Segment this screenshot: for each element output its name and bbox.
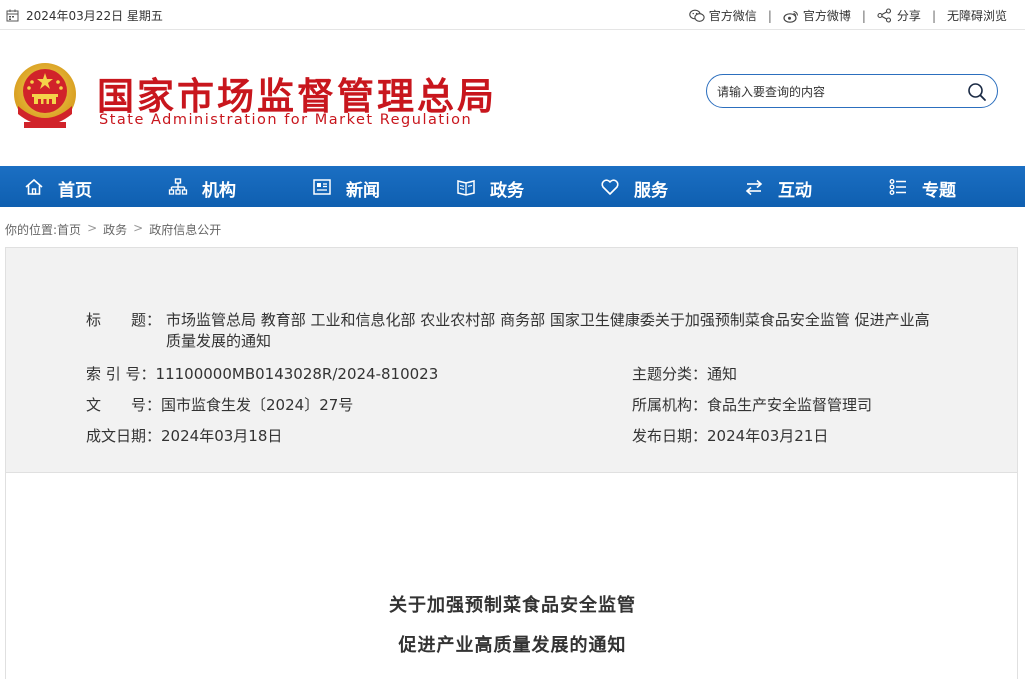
info-index-label: 索 引 号：: [86, 365, 156, 383]
info-published-row: 发布日期：2024年03月21日: [632, 425, 828, 446]
date-text: 2024年03月22日 星期五: [26, 9, 163, 23]
nav-item-organization[interactable]: 机构: [144, 166, 288, 207]
info-org-row: 所属机构：食品生产安全监督管理司: [632, 394, 872, 415]
topic-list-icon: [888, 177, 908, 197]
breadcrumb-item-government-affairs[interactable]: 政务: [103, 221, 127, 238]
info-docnum-row: 文 号：国市监食生发〔2024〕27号: [86, 394, 353, 415]
info-topic-row: 主题分类：通知: [632, 363, 737, 384]
breadcrumb: 你的位置: 首页 > 政务 > 政府信息公开: [5, 221, 221, 238]
share-link-label: 分享: [896, 9, 921, 23]
nav-item-news[interactable]: 新闻: [288, 166, 432, 207]
nav-item-government-affairs[interactable]: 政务: [432, 166, 576, 207]
exchange-icon: [744, 177, 764, 197]
link-separator: |: [861, 8, 866, 23]
heart-icon: [600, 177, 620, 197]
chevron-right-icon: >: [87, 221, 98, 235]
accessibility-link[interactable]: 无障碍浏览: [947, 7, 1007, 24]
info-title-label: 标 题：: [86, 311, 162, 329]
home-icon: [24, 177, 44, 197]
document-content: 关于加强预制菜食品安全监管 促进产业高质量发展的通知: [5, 473, 1018, 679]
wechat-link-label: 官方微信: [708, 9, 757, 23]
accessibility-link-label: 无障碍浏览: [946, 9, 1007, 23]
info-topic-value: 通知: [707, 365, 738, 383]
main-nav: 首页 机构 新闻 政务 服务 互动 专题: [0, 166, 1025, 207]
org-chart-icon: [168, 177, 188, 197]
search-box: [706, 74, 998, 108]
nav-item-home[interactable]: 首页: [0, 166, 144, 207]
nav-item-interaction[interactable]: 互动: [720, 166, 864, 207]
weibo-link-label: 官方微博: [802, 9, 851, 23]
info-created-row: 成文日期：2024年03月18日: [86, 425, 282, 446]
link-separator: |: [767, 8, 772, 23]
nav-item-label: 服务: [634, 181, 668, 201]
info-created-value: 2024年03月18日: [161, 427, 283, 445]
search-icon[interactable]: [967, 82, 987, 102]
document-info-panel: 标 题： 市场监管总局 教育部 工业和信息化部 农业农村部 商务部 国家卫生健康…: [5, 247, 1018, 473]
share-link[interactable]: 分享: [877, 7, 921, 24]
nav-item-label: 首页: [58, 181, 92, 201]
nav-item-label: 专题: [922, 181, 956, 201]
document-title-line-1: 关于加强预制菜食品安全监管: [389, 595, 636, 616]
info-title-value: 市场监管总局 教育部 工业和信息化部 农业农村部 商务部 国家卫生健康委关于加强…: [166, 311, 930, 350]
nav-item-label: 互动: [778, 181, 812, 201]
nav-item-label: 新闻: [346, 181, 380, 201]
info-topic-label: 主题分类：: [632, 365, 708, 383]
info-index-row: 索 引 号：11100000MB0143028R/2024-810023: [86, 363, 438, 384]
book-icon: [456, 177, 476, 197]
site-title-en: State Administration for Market Regulati…: [99, 112, 473, 128]
search-input[interactable]: [717, 83, 957, 101]
nav-item-label: 机构: [202, 181, 236, 201]
site-header: 国家市场监督管理总局 State Administration for Mark…: [0, 30, 1025, 166]
calendar-icon: [4, 8, 20, 24]
share-icon: [877, 8, 893, 24]
nav-item-topics[interactable]: 专题: [864, 166, 1008, 207]
nav-item-label: 政务: [490, 181, 524, 201]
wechat-icon: [689, 8, 705, 24]
document-title-line-2: 促进产业高质量发展的通知: [398, 635, 627, 656]
info-org-label: 所属机构：: [632, 396, 708, 414]
chevron-right-icon: >: [133, 221, 144, 235]
info-docnum-label: 文 号：: [86, 396, 162, 414]
info-index-value: 11100000MB0143028R/2024-810023: [155, 365, 439, 383]
info-docnum-value: 国市监食生发〔2024〕27号: [161, 396, 354, 414]
date-display: 2024年03月22日 星期五: [4, 7, 163, 24]
info-published-label: 发布日期：: [632, 427, 708, 445]
national-emblem-logo[interactable]: [10, 60, 80, 134]
breadcrumb-prefix: 你的位置:: [5, 223, 58, 237]
top-bar: 2024年03月22日 星期五 官方微信 | 官方微博 | 分享 | 无障碍浏览: [0, 0, 1025, 30]
nav-item-services[interactable]: 服务: [576, 166, 720, 207]
wechat-link[interactable]: 官方微信: [689, 7, 757, 24]
weibo-link[interactable]: 官方微博: [783, 7, 851, 24]
newspaper-icon: [312, 177, 332, 197]
link-separator: |: [931, 8, 936, 23]
breadcrumb-item-home[interactable]: 首页: [57, 221, 81, 238]
breadcrumb-item-info-disclosure: 政府信息公开: [149, 223, 222, 237]
info-org-value: 食品生产安全监督管理司: [707, 396, 873, 414]
info-created-label: 成文日期：: [86, 427, 162, 445]
info-published-value: 2024年03月21日: [707, 427, 829, 445]
weibo-icon: [783, 8, 799, 24]
top-links: 官方微信 | 官方微博 | 分享 | 无障碍浏览: [689, 7, 1007, 24]
